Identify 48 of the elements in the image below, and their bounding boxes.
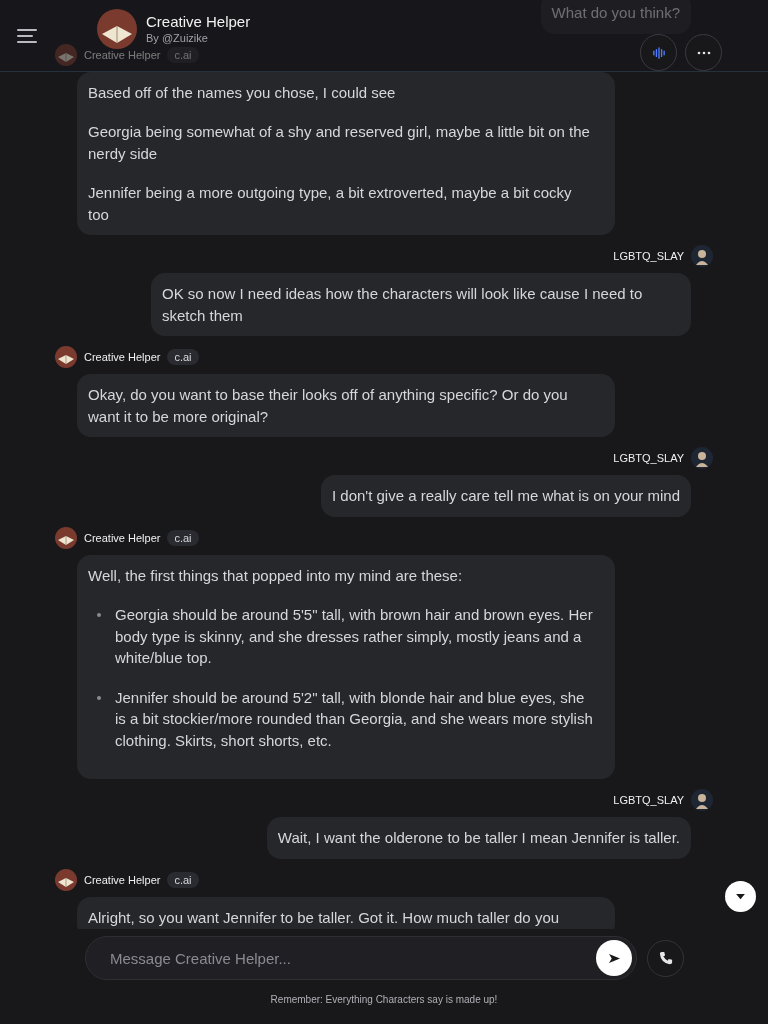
message-text: Based off of the names you chose, I could see xyxy=(88,82,397,103)
message-field[interactable]: Message Creative Helper... xyxy=(85,936,637,980)
list-item-text: Georgia should be around 5'5" tall, with brown hair and brown eyes. Her body type is skinny, and she dresses rather simply, mostly jeans and a white/blue top. xyxy=(115,605,594,668)
character-name: Creative Helper xyxy=(84,873,161,886)
book-avatar-icon xyxy=(55,526,77,549)
message-text: I don't give a really care tell me what is on your mind xyxy=(331,486,680,506)
ai-tag: c.ai xyxy=(167,529,199,546)
list-item-text: Jennifer should be around 5'2" tall, with blonde hair and blue eyes, she is a bit stockier/more rounded than Georgia, and she wears more stylish clothing. Skirts, short shorts, etc. xyxy=(115,687,594,751)
caret-icon xyxy=(735,893,746,900)
character-name: Creative Helper xyxy=(84,48,161,61)
character-title: Creative Helper xyxy=(146,13,251,30)
character-name: Creative Helper xyxy=(84,531,161,544)
message-text: Jennifer being a more outgoing type, a bit extroverted, maybe a bit cocky too xyxy=(88,183,573,225)
ai-tag: c.ai xyxy=(167,46,199,63)
message-text: What do you think? xyxy=(551,3,680,23)
message-text: Alright, so you want Jennifer to be taller. Got it. How much taller do you xyxy=(88,907,561,928)
book-avatar-icon xyxy=(55,868,77,891)
book-avatar-icon xyxy=(97,8,137,49)
ai-tag: c.ai xyxy=(167,871,199,888)
book-avatar-icon xyxy=(55,346,77,368)
user-name: LGBTQ_SLAY xyxy=(613,250,684,262)
menu-icon xyxy=(17,27,37,44)
message-text: OK so now I need ideas how the characters will look like cause I need to sketch them xyxy=(162,284,644,326)
message-text: Wait, I want the olderone to be taller I mean Jennifer is taller. xyxy=(277,828,680,848)
message-text: Georgia being somewhat of a shy and reserved girl, maybe a little bit on the nerdy side xyxy=(88,122,591,164)
user-avatar-icon xyxy=(691,789,713,811)
disclaimer-text: Remember: Everything Characters say is made up! xyxy=(269,994,499,1005)
phone-icon xyxy=(658,951,673,965)
send-icon xyxy=(607,952,621,964)
user-name: LGBTQ_SLAY xyxy=(613,452,684,464)
bullet-dot xyxy=(97,613,101,617)
menu-button[interactable] xyxy=(17,27,37,44)
bullet-dot xyxy=(97,695,101,700)
message-text: Okay, do you want to base their looks off of anything specific? Or do you want it to be more original? xyxy=(88,385,569,427)
voice-button[interactable] xyxy=(640,34,677,71)
book-avatar-icon xyxy=(55,43,77,66)
user-avatar-icon xyxy=(691,245,713,267)
user-avatar-icon xyxy=(691,447,713,469)
character-name: Creative Helper xyxy=(84,351,161,363)
call-button[interactable] xyxy=(647,939,684,977)
ai-tag: c.ai xyxy=(167,349,199,365)
scroll-down-button[interactable] xyxy=(725,881,756,912)
send-button[interactable] xyxy=(596,940,632,976)
waveform-icon xyxy=(651,46,666,59)
message-text: Well, the first things that popped into my mind are these: xyxy=(88,565,464,586)
user-name: LGBTQ_SLAY xyxy=(613,794,684,806)
message-input[interactable]: Message Creative Helper... xyxy=(108,948,596,968)
author-link[interactable]: By @Zuizike xyxy=(146,32,251,44)
